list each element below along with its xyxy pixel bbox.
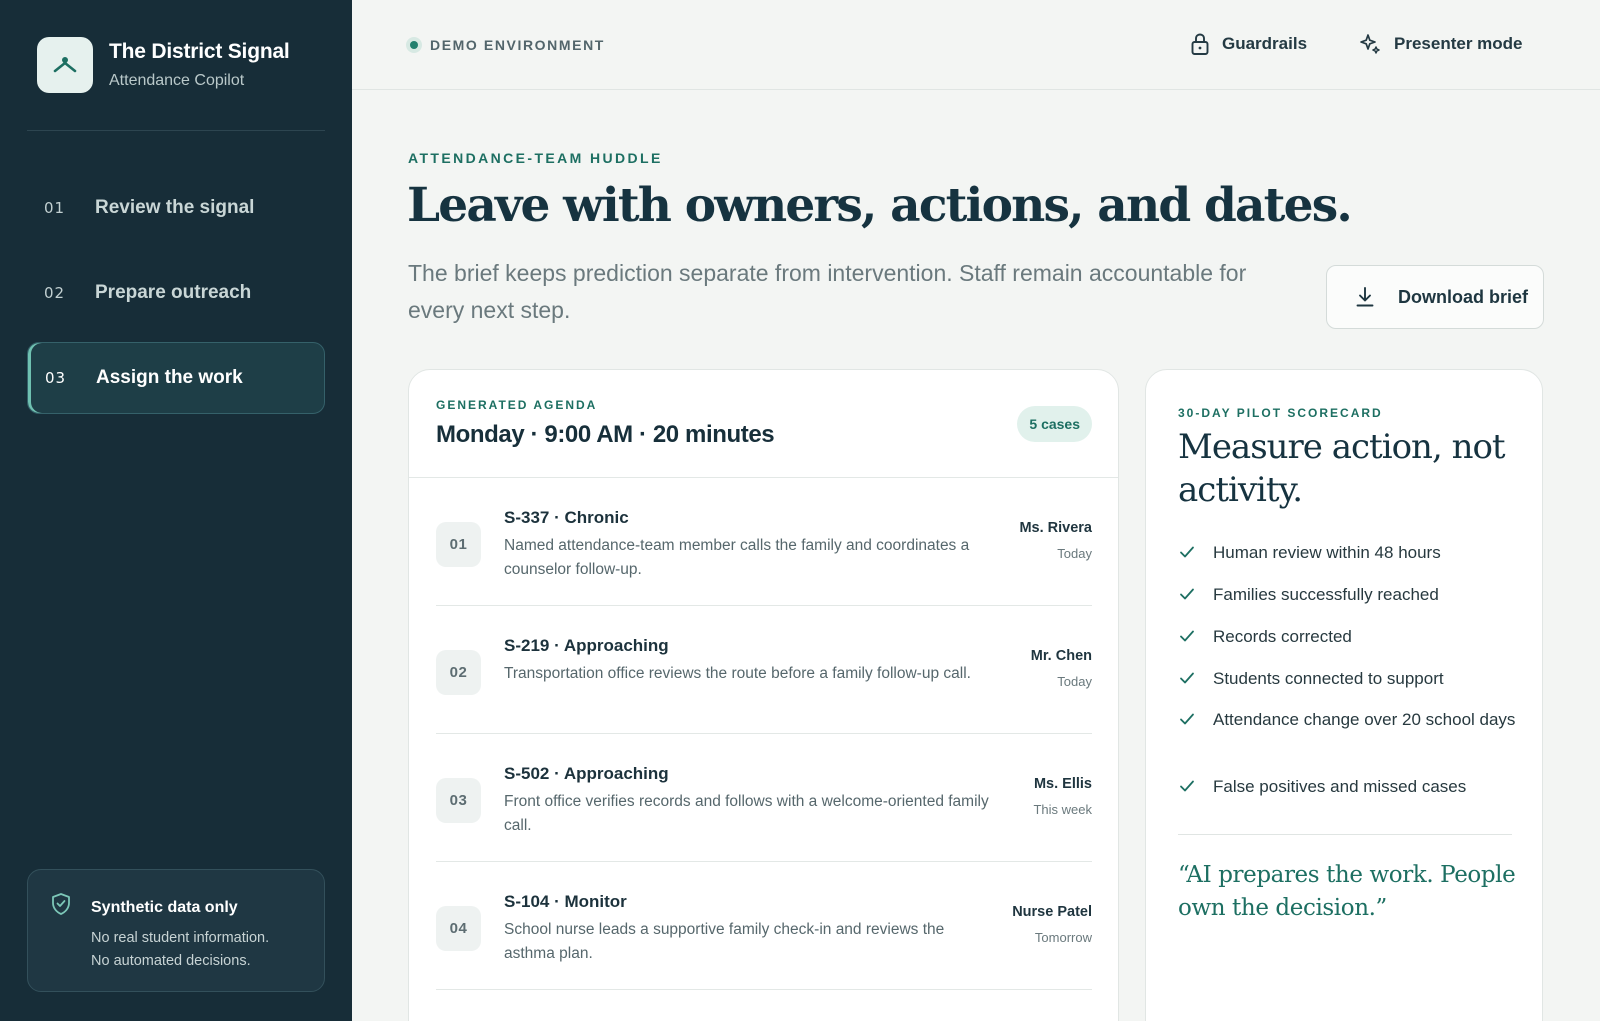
nav-item-label: Assign the work xyxy=(96,367,243,388)
agenda-eyebrow: GENERATED AGENDA xyxy=(436,398,598,412)
agenda-row-description: Front office verifies records and follow… xyxy=(504,793,989,834)
agenda-title: Monday · 9:00 AM · 20 minutes xyxy=(436,421,775,448)
nav-item-number: 02 xyxy=(44,284,66,302)
agenda-row[interactable]: 04 S-104 · Monitor School nurse leads a … xyxy=(436,862,1092,990)
notice-line: No automated decisions. xyxy=(91,953,251,969)
lock-icon xyxy=(1191,33,1209,55)
download-icon xyxy=(1356,287,1374,307)
scorecard-item: False positives and missed cases xyxy=(1178,774,1518,800)
agenda-card: GENERATED AGENDA Monday · 9:00 AM · 20 m… xyxy=(408,369,1119,1021)
top-bar: DEMO ENVIRONMENT Guardrails Presenter mo… xyxy=(352,0,1600,90)
presenter-mode-button[interactable]: Presenter mode xyxy=(1358,32,1523,56)
sidebar-divider xyxy=(27,130,325,131)
agenda-header: GENERATED AGENDA Monday · 9:00 AM · 20 m… xyxy=(409,370,1118,478)
agenda-row-owner: Ms. Ellis xyxy=(1033,776,1092,792)
brand[interactable]: The District Signal Attendance Copilot xyxy=(37,37,290,93)
agenda-row-due: Today xyxy=(1057,674,1092,689)
check-icon xyxy=(1180,630,1194,642)
download-brief-button[interactable]: Download brief xyxy=(1326,265,1544,329)
scorecard-quote: “AI prepares the work. People own the de… xyxy=(1178,862,1516,921)
page-title: Leave with owners, actions, and dates. xyxy=(407,178,1353,233)
guardrails-label: Guardrails xyxy=(1222,34,1308,53)
agenda-row-description: Transportation office reviews the route … xyxy=(504,665,971,682)
scorecard-eyebrow: 30-DAY PILOT SCORECARD xyxy=(1178,406,1383,420)
nav-item-number: 01 xyxy=(44,199,66,217)
shield-check-icon xyxy=(50,892,72,921)
nav-item-number: 03 xyxy=(45,369,67,387)
sidebar: The District Signal Attendance Copilot 0… xyxy=(0,0,352,1021)
agenda-row-description: Named attendance-team member calls the f… xyxy=(504,537,970,578)
agenda-row-owner: Nurse Patel xyxy=(1012,904,1092,920)
check-icon xyxy=(1180,588,1194,600)
notice-title: Synthetic data only xyxy=(91,899,238,916)
scorecard-item: Human review within 48 hours xyxy=(1178,540,1518,566)
cases-badge: 5 cases xyxy=(1017,406,1092,442)
agenda-row-due: This week xyxy=(1033,802,1092,817)
brand-title: The District Signal xyxy=(109,40,290,63)
scorecard-item-label: False positives and missed cases xyxy=(1213,777,1467,796)
agenda-row-number: 02 xyxy=(436,650,481,695)
scorecard-item: Families successfully reached xyxy=(1178,582,1518,608)
sparkle-icon xyxy=(1360,34,1380,54)
nav-item-label: Prepare outreach xyxy=(95,282,252,303)
agenda-row-title: S-104 · Monitor xyxy=(504,892,627,911)
scorecard-item-label: Human review within 48 hours xyxy=(1213,543,1441,562)
agenda-row[interactable]: 01 S-337 · Chronic Named attendance-team… xyxy=(436,478,1092,606)
check-icon xyxy=(1180,546,1194,558)
scorecard-divider xyxy=(1178,834,1512,835)
agenda-row-owner: Ms. Rivera xyxy=(1019,520,1092,536)
scorecard-item-label: Records corrected xyxy=(1213,627,1352,646)
agenda-row-number: 01 xyxy=(436,522,481,567)
notice-line: No real student information. xyxy=(91,930,270,946)
check-icon xyxy=(1180,713,1194,725)
agenda-row-due: Tomorrow xyxy=(1034,930,1092,945)
agenda-row[interactable]: 03 S-502 · Approaching Front office veri… xyxy=(436,734,1092,862)
scorecard-item-label: Students connected to support xyxy=(1213,669,1444,688)
nav-item-assign-work[interactable]: 03 Assign the work xyxy=(27,342,325,414)
environment-label: DEMO ENVIRONMENT xyxy=(430,37,605,53)
presenter-mode-label: Presenter mode xyxy=(1394,34,1523,53)
agenda-row[interactable]: 02 S-219 · Approaching Transportation of… xyxy=(436,606,1092,734)
agenda-row-title: S-502 · Approaching xyxy=(504,764,669,783)
agenda-row-number: 03 xyxy=(436,778,481,823)
nav-item-label: Review the signal xyxy=(95,197,255,218)
scorecard-card: 30-DAY PILOT SCORECARD Measure action, n… xyxy=(1145,369,1543,1021)
environment-indicator: DEMO ENVIRONMENT xyxy=(406,37,605,53)
status-dot-icon xyxy=(406,37,422,53)
scorecard-item-label: Families successfully reached xyxy=(1213,585,1439,604)
download-brief-label: Download brief xyxy=(1398,287,1528,307)
agenda-row-due: Today xyxy=(1057,546,1092,561)
check-icon xyxy=(1180,780,1194,792)
page-lead: The brief keeps prediction separate from… xyxy=(408,260,1247,323)
agenda-row-number: 04 xyxy=(436,906,481,951)
scorecard-item: Students connected to support xyxy=(1178,666,1518,692)
guardrails-button[interactable]: Guardrails xyxy=(1190,32,1307,56)
agenda-row-title: S-337 · Chronic xyxy=(504,508,629,527)
agenda-row-title: S-219 · Approaching xyxy=(504,636,669,655)
nav-item-review-signal[interactable]: 01 Review the signal xyxy=(27,172,325,244)
nav-item-prepare-outreach[interactable]: 02 Prepare outreach xyxy=(27,257,325,329)
check-icon xyxy=(1180,672,1194,684)
scorecard-title: Measure action, not activity. xyxy=(1178,427,1506,510)
brand-subtitle: Attendance Copilot xyxy=(109,72,245,89)
scorecard-item: Records corrected xyxy=(1178,624,1518,650)
agenda-row-owner: Mr. Chen xyxy=(1030,648,1092,664)
agenda-row-description: School nurse leads a supportive family c… xyxy=(504,921,945,962)
person-arms-icon xyxy=(37,37,93,93)
section-eyebrow: ATTENDANCE-TEAM HUDDLE xyxy=(408,150,663,166)
scorecard-item: Attendance change over 20 school days xyxy=(1178,707,1518,733)
synthetic-data-notice: Synthetic data only No real student info… xyxy=(27,869,325,992)
scorecard-item-label: Attendance change over 20 school days xyxy=(1213,710,1516,729)
